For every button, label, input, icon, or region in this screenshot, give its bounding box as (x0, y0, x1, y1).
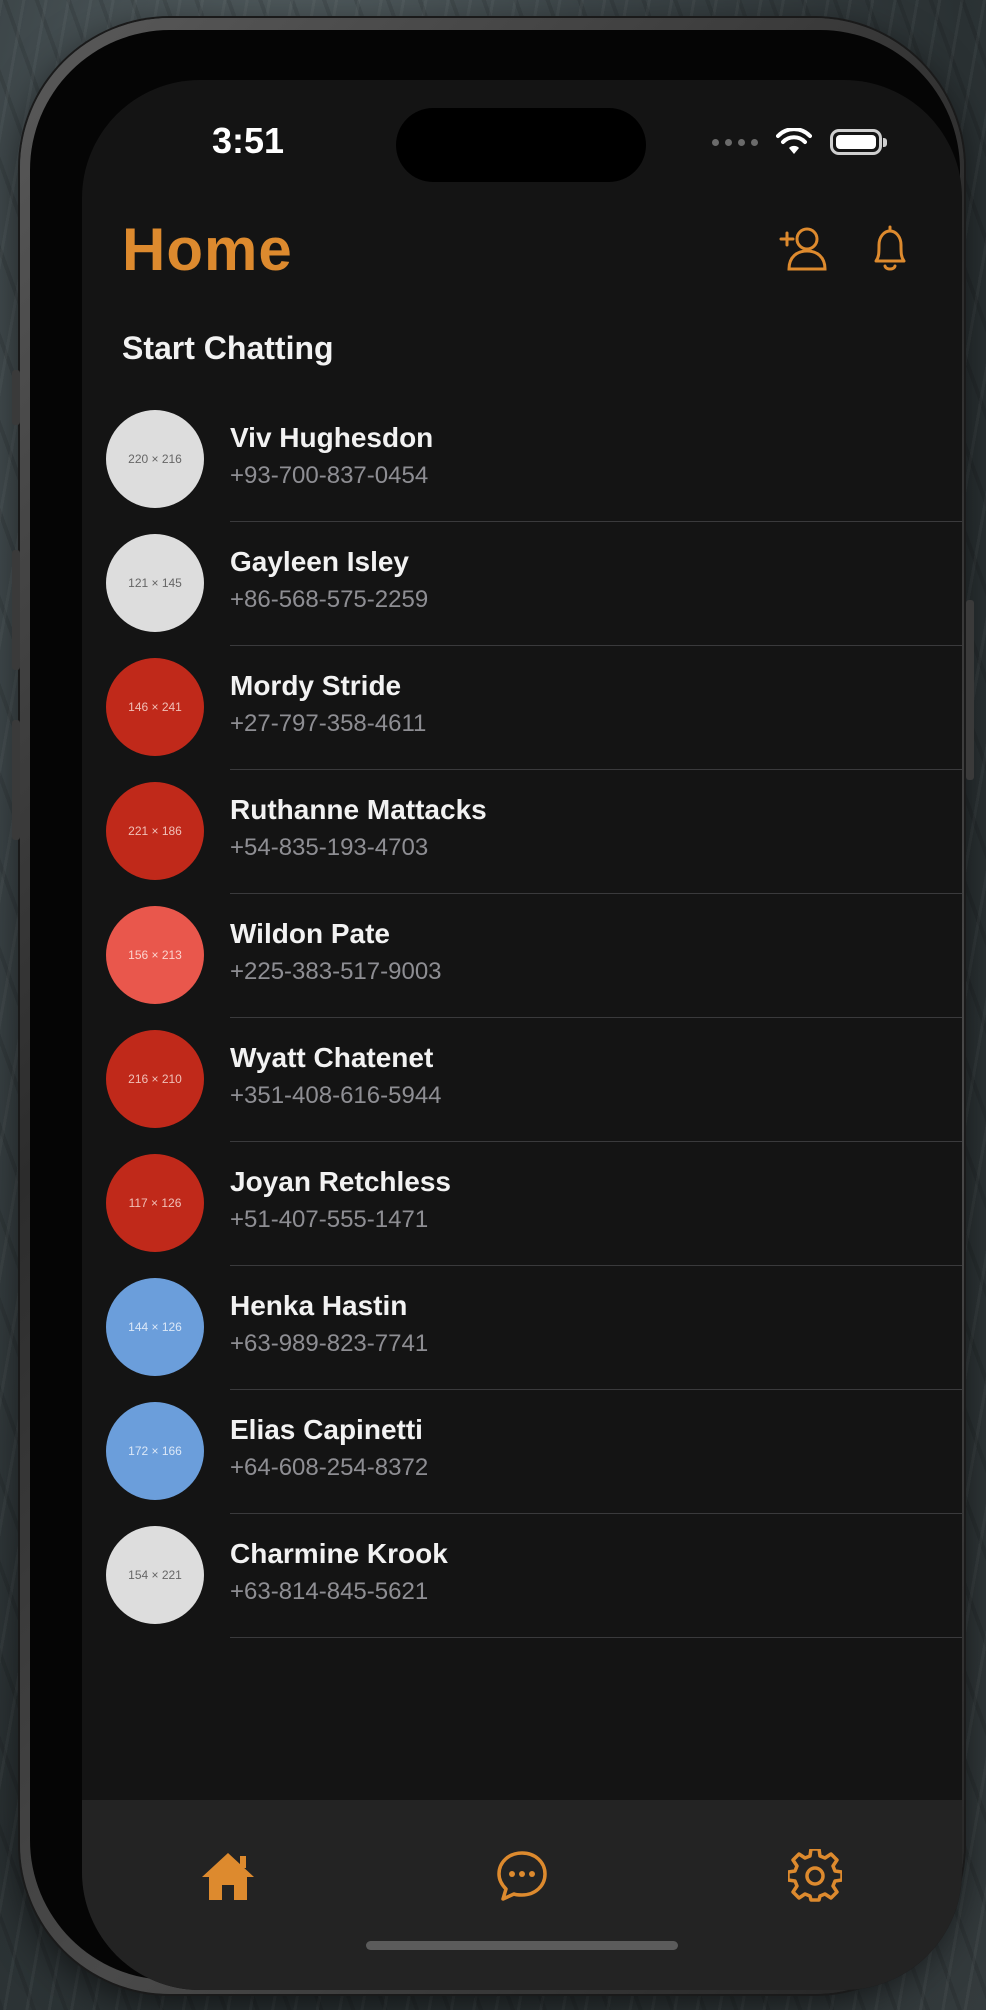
tab-chats[interactable] (492, 1846, 552, 1906)
contact-name: Wildon Pate (230, 918, 390, 949)
contact-name: Gayleen Isley (230, 546, 410, 577)
section-title: Start Chatting (122, 330, 334, 366)
avatar: 216 × 210 (106, 1030, 204, 1128)
header-actions (776, 220, 918, 276)
avatar-placeholder-label: 154 × 221 (128, 1568, 182, 1582)
tab-settings[interactable] (785, 1846, 845, 1906)
avatar: 156 × 213 (106, 906, 204, 1004)
tab-bar (82, 1800, 962, 1990)
avatar: 172 × 166 (106, 1402, 204, 1500)
bell-icon (874, 225, 906, 271)
contact-phone: +64-608-254-8372 (230, 1454, 429, 1481)
contact-row[interactable]: 144 × 126 Henka Hastin +63-989-823-7741 (82, 1266, 962, 1390)
avatar-placeholder-label: 121 × 145 (128, 576, 182, 590)
contact-row[interactable]: 117 × 126 Joyan Retchless +51-407-555-14… (82, 1142, 962, 1266)
contact-name: Wyatt Chatenet (230, 1042, 434, 1073)
avatar: 117 × 126 (106, 1154, 204, 1252)
contact-phone: +93-700-837-0454 (230, 462, 429, 489)
avatar: 121 × 145 (106, 534, 204, 632)
contact-row[interactable]: 172 × 166 Elias Capinetti +64-608-254-83… (82, 1390, 962, 1514)
avatar-placeholder-label: 156 × 213 (128, 948, 182, 962)
avatar: 146 × 241 (106, 658, 204, 756)
tab-home[interactable] (198, 1846, 258, 1906)
home-icon (202, 1853, 254, 1900)
avatar: 154 × 221 (106, 1526, 204, 1624)
contact-phone: +63-814-845-5621 (230, 1578, 429, 1605)
contact-phone: +351-408-616-5944 (230, 1082, 442, 1109)
phone-bezel: 3:51 Home Start Chatting 220 × 216 Viv H… (30, 30, 962, 1990)
chat-bubble-icon (497, 1851, 547, 1901)
power-button (966, 600, 974, 780)
action-button (12, 370, 20, 425)
contact-row[interactable]: 146 × 241 Mordy Stride +27-797-358-4611 (82, 646, 962, 770)
volume-down-button (12, 720, 20, 840)
status-indicators (712, 128, 887, 156)
contact-phone: +27-797-358-4611 (230, 710, 427, 737)
row-divider (230, 1637, 962, 1638)
contact-row[interactable]: 216 × 210 Wyatt Chatenet +351-408-616-59… (82, 1018, 962, 1142)
contact-row[interactable]: 154 × 221 Charmine Krook +63-814-845-562… (82, 1514, 962, 1638)
contact-phone: +63-989-823-7741 (230, 1330, 429, 1357)
app-screen: 3:51 Home Start Chatting 220 × 216 Viv H… (82, 80, 962, 1990)
contact-list: 220 × 216 Viv Hughesdon +93-700-837-0454… (82, 398, 962, 1638)
contact-row[interactable]: 220 × 216 Viv Hughesdon +93-700-837-0454 (82, 398, 962, 522)
contact-name: Charmine Krook (230, 1538, 448, 1569)
notifications-button[interactable] (862, 220, 918, 276)
contact-phone: +54-835-193-4703 (230, 834, 429, 861)
contact-row[interactable]: 156 × 213 Wildon Pate +225-383-517-9003 (82, 894, 962, 1018)
avatar-placeholder-label: 220 × 216 (128, 452, 182, 466)
add-contact-button[interactable] (776, 220, 832, 276)
contact-row[interactable]: 221 × 186 Ruthanne Mattacks +54-835-193-… (82, 770, 962, 894)
contact-name: Henka Hastin (230, 1290, 408, 1321)
avatar-placeholder-label: 146 × 241 (128, 700, 182, 714)
avatar: 221 × 186 (106, 782, 204, 880)
contact-name: Elias Capinetti (230, 1414, 423, 1445)
cellular-signal-icon (712, 138, 758, 146)
contact-name: Mordy Stride (230, 670, 402, 701)
contact-phone: +225-383-517-9003 (230, 958, 442, 985)
dynamic-island (396, 108, 646, 182)
avatar-placeholder-label: 221 × 186 (128, 824, 182, 838)
battery-icon (830, 129, 887, 155)
avatar-placeholder-label: 172 × 166 (128, 1444, 182, 1458)
contact-row[interactable]: 121 × 145 Gayleen Isley +86-568-575-2259 (82, 522, 962, 646)
add-person-icon (779, 227, 827, 271)
status-time: 3:51 (212, 120, 285, 161)
avatar-placeholder-label: 117 × 126 (128, 1196, 182, 1210)
page-title: Home (122, 216, 293, 283)
avatar: 220 × 216 (106, 410, 204, 508)
contact-name: Ruthanne Mattacks (230, 794, 487, 825)
contact-name: Joyan Retchless (230, 1166, 451, 1197)
contact-name: Viv Hughesdon (230, 422, 434, 453)
wifi-icon (776, 128, 812, 154)
gear-icon (788, 1849, 842, 1902)
volume-up-button (12, 550, 20, 670)
contact-phone: +51-407-555-1471 (230, 1206, 429, 1233)
home-indicator (366, 1941, 678, 1950)
avatar: 144 × 126 (106, 1278, 204, 1376)
avatar-placeholder-label: 216 × 210 (128, 1072, 182, 1086)
avatar-placeholder-label: 144 × 126 (128, 1320, 182, 1334)
contact-phone: +86-568-575-2259 (230, 586, 429, 613)
